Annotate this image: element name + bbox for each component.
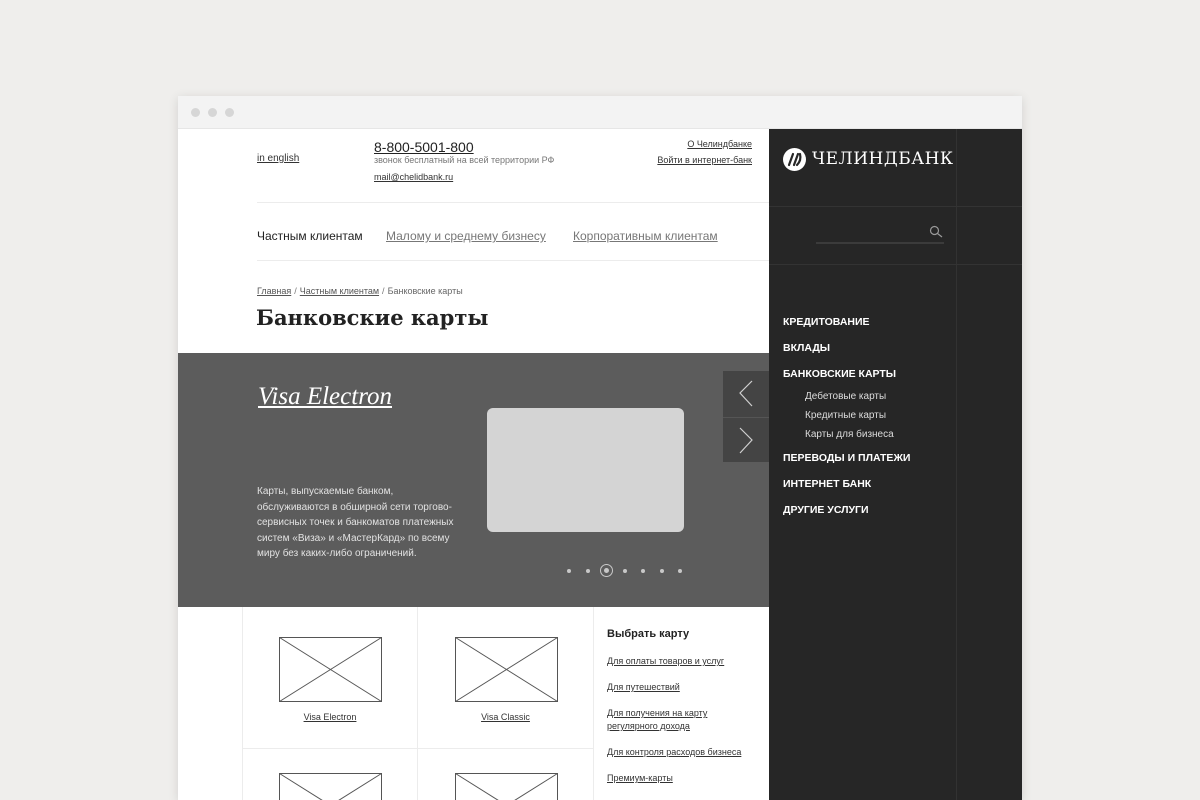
segments-divider xyxy=(257,260,769,261)
breadcrumb-private-clients[interactable]: Частным клиентам xyxy=(300,286,379,296)
search-underline xyxy=(816,242,944,244)
sidebar: ЧЕЛИНДБАНК Кредитование Вклады Банковски… xyxy=(769,129,1022,800)
slider-prev-button[interactable] xyxy=(723,371,769,416)
breadcrumb-current: Банковские карты xyxy=(387,286,463,296)
breadcrumb: Главная / Частным клиентам / Банковские карт… xyxy=(257,286,463,296)
card-tile-visa-electron[interactable]: Visa Electron xyxy=(242,607,418,749)
sidebar-divider-search xyxy=(769,264,1022,265)
breadcrumb-home[interactable]: Главная xyxy=(257,286,291,296)
image-placeholder-icon xyxy=(455,637,558,702)
submenu-item-business-cards[interactable]: Карты для бизнеса xyxy=(783,428,958,447)
window-titlebar xyxy=(178,96,1022,129)
cards-grid: Visa Electron Visa Classic xyxy=(242,607,594,800)
search-input[interactable] xyxy=(816,224,924,240)
image-placeholder-icon xyxy=(279,637,382,702)
window-zoom-dot[interactable] xyxy=(225,108,234,117)
english-link[interactable]: in english xyxy=(257,153,299,164)
choose-card-panel: Выбрать карту Для оплаты товаров и услуг… xyxy=(607,628,769,798)
window-close-dot[interactable] xyxy=(191,108,200,117)
window-minimize-dot[interactable] xyxy=(208,108,217,117)
submenu-item-credit-cards[interactable]: Кредитные карты xyxy=(783,409,958,428)
chevron-right-icon xyxy=(739,427,753,454)
submenu-item-debit-cards[interactable]: Дебетовые карты xyxy=(783,390,958,409)
page-title: Банковские карты xyxy=(256,305,489,330)
slider-dot-2[interactable] xyxy=(585,569,590,573)
choose-link-payments[interactable]: Для оплаты товаров и услуг xyxy=(607,655,769,668)
segment-corporate[interactable]: Корпоративным клиентам xyxy=(573,229,718,243)
card-tile[interactable] xyxy=(242,749,418,800)
slider-dot-4[interactable] xyxy=(622,569,627,573)
slider-next-button[interactable] xyxy=(723,417,769,462)
search-icon[interactable] xyxy=(928,224,944,240)
menu-item-crediting[interactable]: Кредитование xyxy=(783,315,958,341)
bank-logo-icon xyxy=(783,147,806,171)
hero-description: Карты, выпускаемые банком, обслуживаются… xyxy=(257,486,454,559)
card-tile-visa-classic[interactable]: Visa Classic xyxy=(418,607,594,749)
slider-dot-3[interactable] xyxy=(599,564,613,577)
slider-dot-6[interactable] xyxy=(659,569,664,573)
sidebar-divider-top xyxy=(769,206,1022,207)
segment-private-clients[interactable]: Частным клиентам xyxy=(257,229,363,243)
choose-link-premium[interactable]: Премиум-карты xyxy=(607,772,769,785)
breadcrumb-separator: / xyxy=(382,286,385,296)
menu-item-transfers[interactable]: Переводы и платежи xyxy=(783,451,958,477)
choose-link-business-expenses[interactable]: Для контроля расходов бизнеса xyxy=(607,746,769,759)
choose-link-income[interactable]: Для получения на карту регулярного доход… xyxy=(607,707,727,733)
segment-small-business[interactable]: Малому и среднему бизнесу xyxy=(386,229,546,243)
internet-bank-login-link[interactable]: Войти в интернет-банк xyxy=(657,155,752,165)
brand-logo[interactable]: ЧЕЛИНДБАНК xyxy=(783,147,954,171)
hero-title-link[interactable]: Visa Electron xyxy=(258,383,392,411)
choose-card-title: Выбрать карту xyxy=(607,628,690,640)
slider-dot-7[interactable] xyxy=(678,569,682,573)
card-image xyxy=(487,408,684,532)
sidebar-menu: Кредитование Вклады Банковские карты Деб… xyxy=(783,315,958,529)
slider-dot-1[interactable] xyxy=(567,569,571,573)
menu-item-bank-cards[interactable]: Банковские карты xyxy=(783,367,958,390)
choose-link-travel[interactable]: Для путешествий xyxy=(607,681,769,694)
main-content: in english 8-800-5001-800 звонок бесплат… xyxy=(178,129,769,800)
menu-item-other-services[interactable]: Другие услуги xyxy=(783,503,958,529)
card-caption[interactable]: Visa Electron xyxy=(243,712,417,722)
header-divider xyxy=(257,202,769,203)
brand-name: ЧЕЛИНДБАНК xyxy=(812,149,954,169)
slider-dot-5[interactable] xyxy=(641,569,645,573)
card-tile[interactable] xyxy=(418,749,594,800)
card-caption[interactable]: Visa Classic xyxy=(418,712,593,722)
chevron-left-icon xyxy=(739,380,753,407)
email-link[interactable]: mail@chelidbank.ru xyxy=(374,172,453,182)
image-placeholder-icon xyxy=(279,773,382,800)
image-placeholder-icon xyxy=(455,773,558,800)
about-bank-link[interactable]: О Челиндбанке xyxy=(687,139,752,149)
phone-number-link[interactable]: 8-800-5001-800 xyxy=(374,139,474,155)
phone-note: звонок бесплатный на всей территории РФ xyxy=(374,155,555,165)
browser-window: in english 8-800-5001-800 звонок бесплат… xyxy=(178,96,1022,800)
breadcrumb-separator: / xyxy=(294,286,297,296)
menu-item-internet-bank[interactable]: Интернет банк xyxy=(783,477,958,503)
menu-item-deposits[interactable]: Вклады xyxy=(783,341,958,367)
slider-arrows xyxy=(723,371,769,462)
hero-slider: Visa Electron Карты, выпускаемые банком,… xyxy=(178,353,769,607)
